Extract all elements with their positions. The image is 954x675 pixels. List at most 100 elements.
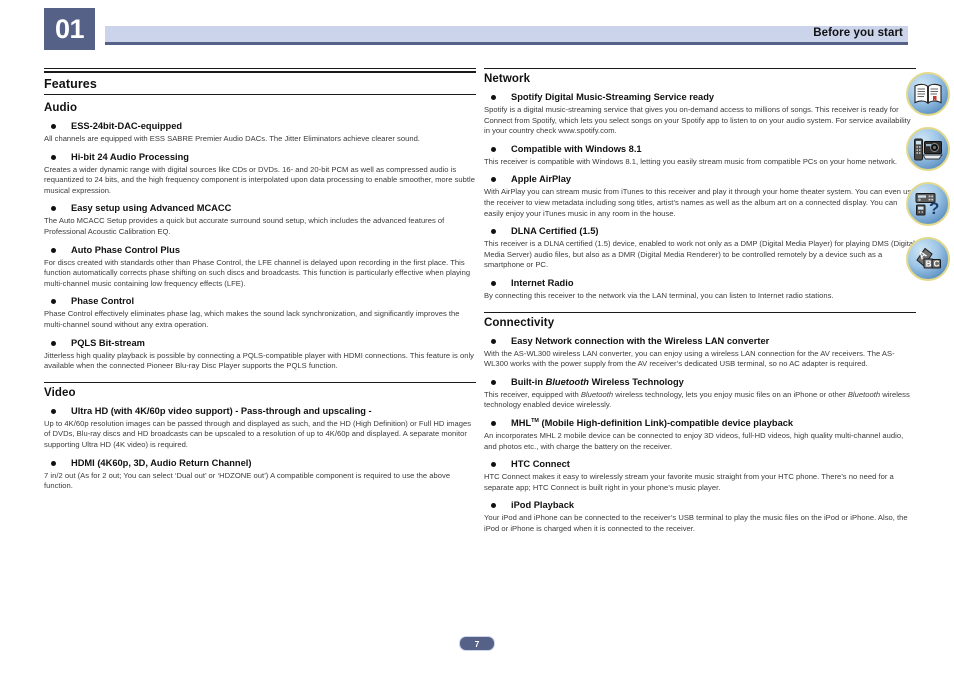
header-title: Before you start [813,27,903,39]
bullet-icon [491,379,496,385]
bullet-icon [51,460,56,466]
feature-item-title: Easy Network connection with the Wireles… [484,335,916,347]
feature-item-title-text: Built-in Bluetooth Wireless Technology [511,376,684,387]
feature-item-title: PQLS Bit-stream [44,337,476,349]
section-heading: Connectivity [484,311,916,329]
section-heading: Audio [44,102,78,114]
feature-item: Apple AirPlay With AirPlay you can stream… [484,173,916,219]
section-heading: Video [44,381,476,399]
right-column: Network Spotify Digital Music-Streaming S… [484,68,916,540]
feature-item-body: With the AS-WL300 wireless LAN converter… [484,348,895,369]
feature-item-title: Built-in Bluetooth Wireless Technology [484,376,916,388]
chapter-number-box: 01 [44,8,95,50]
svg-text:B: B [925,260,931,269]
features-heading-rule [44,94,476,95]
bullet-icon [51,247,56,253]
bullet-icon [491,95,496,100]
bullet-icon [51,299,56,305]
feature-item-title-text: Apple AirPlay [511,174,572,185]
right-sections: Network Spotify Digital Music-Streaming S… [484,68,916,534]
left-column: Features Audio ESS-24bit-DAC-equipped All … [44,68,476,498]
chapter-number: 01 [54,13,85,44]
feature-item-body: The Auto MCACC Setup provides a quick bu… [44,216,445,236]
bullet-icon [491,503,496,509]
open-book-icon[interactable] [906,72,950,116]
feature-item: Ultra HD (with 4K/60p video support) - P… [44,405,476,451]
feature-item-title: HDMI (4K60p, 3D, Audio Return Channel) [44,457,476,469]
feature-item-body: This receiver, equipped with Bluetooth w… [484,389,910,410]
feature-item-title-text: iPod Playback [511,500,575,511]
feature-item-title: Internet Radio [484,277,916,289]
feature-item: Phase Control Phase Control effectively e… [44,295,476,330]
left-sections: Audio ESS-24bit-DAC-equipped All channels … [44,102,476,492]
feature-item-title-text: DLNA Certified (1.5) [511,226,599,237]
feature-item-body: By connecting this receiver to the netwo… [484,290,834,300]
feature-item-body: HTC Connect makes it easy to wirelessly … [484,472,894,492]
feature-item-title: ESS-24bit-DAC-equipped [44,120,476,132]
feature-item-body: With AirPlay you can stream music from i… [484,187,916,218]
feature-item-body: This receiver is compatible with Windows… [484,156,898,166]
side-icon-strip: ? A B C [906,72,954,292]
feature-item-title-text: Phase Control [71,296,135,307]
feature-item: Compatible with Windows 8.1 This receiver… [484,143,916,168]
feature-item-title-text: Easy Network connection with the Wireles… [511,335,770,346]
feature-item-title: HTC Connect [484,458,916,470]
feature-item-title: Spotify Digital Music-Streaming Service … [484,91,916,103]
bullet-icon [491,462,496,468]
bullet-icon [491,229,496,235]
feature-item-body: All channels are equipped with ESS SABRE… [44,134,420,143]
feature-item-title-text: Auto Phase Control Plus [71,244,180,255]
remote-and-receiver-icon[interactable] [906,127,950,171]
features-heading-block: Features [44,68,476,94]
feature-item: DLNA Certified (1.5) This receiver is a D… [484,225,916,271]
feature-item: Easy Network connection with the Wireles… [484,335,916,370]
bullet-icon [491,420,496,426]
feature-item-title: Phase Control [44,295,476,307]
feature-item-body: This receiver is a DLNA certified (1.5) … [484,239,915,270]
bullet-icon [51,206,56,212]
svg-text:C: C [933,260,939,269]
bullet-icon [491,338,496,344]
feature-item: Spotify Digital Music-Streaming Service … [484,91,916,137]
feature-item-title-text: HDMI (4K60p, 3D, Audio Return Channel) [71,457,252,468]
feature-item-body: Phase Control effectively eliminates pha… [44,309,460,329]
feature-item-title: iPod Playback [484,499,916,511]
feature-item-body: Jitterless high quality playback is poss… [44,350,474,371]
feature-item-title: Apple AirPlay [484,173,916,185]
feature-item-title-text: PQLS Bit-stream [71,337,145,348]
feature-item-body: For discs created with standards other t… [44,257,471,288]
feature-item-title-text: Internet Radio [511,277,574,288]
feature-item: iPod Playback Your iPod and iPhone can be… [484,499,916,534]
header-band: Before you start [105,26,908,45]
feature-item-title: Auto Phase Control Plus [44,244,476,256]
feature-item: Built-in Bluetooth Wireless Technology Th… [484,376,916,411]
bullet-icon [491,177,496,183]
bullet-icon [491,146,496,152]
bullet-icon [491,280,496,286]
bullet-icon [51,154,56,160]
feature-item-title: Easy setup using Advanced MCACC [44,202,476,214]
abc-glossary-icon[interactable]: A B C [906,237,950,281]
feature-item-body: Creates a wider dynamic range with digit… [44,164,475,195]
svg-text:?: ? [929,199,939,217]
section-heading: Network [484,68,916,85]
feature-item-body: An incorporates MHL 2 mobile device can … [484,430,904,451]
feature-item-title: DLNA Certified (1.5) [484,225,916,237]
feature-item-title-text: HTC Connect [511,459,570,470]
page-header: 01 Before you start [0,0,954,58]
feature-item: HDMI (4K60p, 3D, Audio Return Channel) 7 … [44,457,476,492]
question-troubleshooting-icon[interactable]: ? [906,182,950,226]
feature-item: ESS-24bit-DAC-equipped All channels are e… [44,120,476,145]
feature-item-title-text: Ultra HD (with 4K/60p video support) - P… [71,405,372,416]
feature-item-title: Ultra HD (with 4K/60p video support) - P… [44,405,476,417]
feature-item-body: Your iPod and iPhone can be connected to… [484,513,908,533]
bullet-icon [51,408,56,414]
feature-item-title-text: MHLTM (Mobile High-definition Link)-comp… [511,417,794,428]
feature-item-title: MHLTM (Mobile High-definition Link)-comp… [484,417,916,429]
feature-item: Internet Radio By connecting this receive… [484,277,916,302]
feature-item: MHLTM (Mobile High-definition Link)-comp… [484,417,916,452]
feature-item: Easy setup using Advanced MCACC The Auto … [44,202,476,237]
bullet-icon [51,340,56,346]
feature-item-body: Spotify is a digital music-streaming ser… [484,105,911,136]
feature-item: HTC Connect HTC Connect makes it easy to … [484,458,916,493]
